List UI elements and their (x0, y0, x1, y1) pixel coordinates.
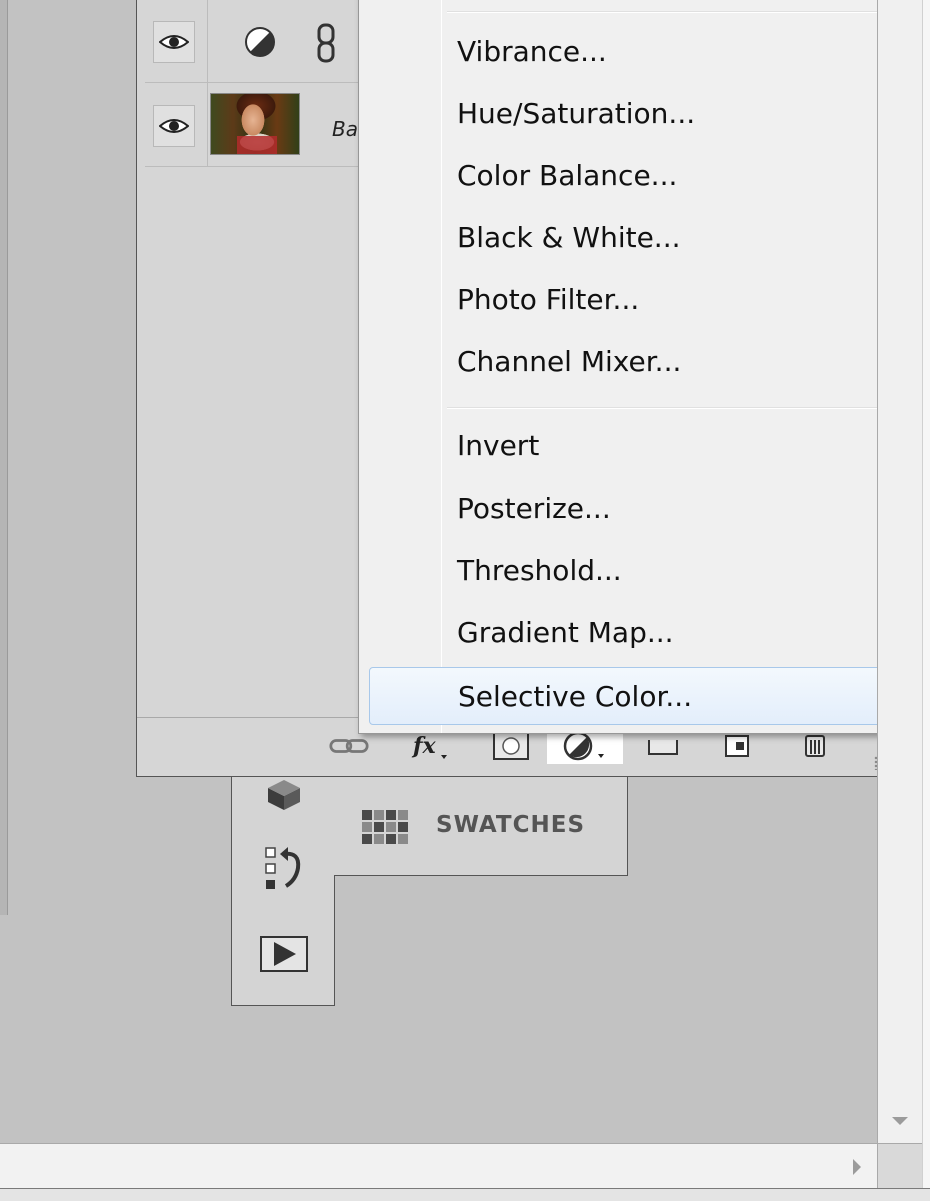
menu-item-invert[interactable]: Invert (369, 417, 923, 475)
menu-item-gradient-map[interactable]: Gradient Map... (369, 604, 923, 662)
menu-item-black-white[interactable]: Black & White... (369, 209, 923, 267)
left-panel-edge (0, 0, 8, 915)
vertical-scrollbar[interactable] (877, 0, 922, 1143)
menu-item-selective-color[interactable]: Selective Color... (369, 667, 923, 725)
menu-item-color-balance[interactable]: Color Balance... (369, 147, 923, 205)
history-icon[interactable] (259, 843, 309, 893)
actions-play-icon[interactable] (259, 929, 309, 979)
row-divider (207, 83, 208, 167)
visibility-eye-icon[interactable] (153, 21, 195, 63)
adjustment-circle-icon (243, 25, 277, 63)
scrollbar-corner (877, 1143, 922, 1188)
swatches-label: SWATCHES (436, 812, 586, 838)
menu-item-threshold[interactable]: Threshold... (369, 542, 923, 600)
swatches-tab[interactable]: SWATCHES (334, 775, 628, 876)
menu-item-vibrance[interactable]: Vibrance... (369, 23, 923, 81)
menu-separator (447, 11, 923, 13)
layer-name[interactable]: Ba (332, 117, 358, 141)
menu-item-posterize[interactable]: Posterize... (369, 480, 923, 538)
collapsed-panel-dock (231, 770, 335, 1006)
right-edge (922, 0, 930, 1201)
menu-item-channel-mixer[interactable]: Channel Mixer... (369, 333, 923, 391)
menu-separator (447, 407, 923, 409)
bottom-status-bar (0, 1188, 930, 1201)
swatches-grid-icon (362, 810, 408, 844)
horizontal-scrollbar[interactable] (0, 1143, 877, 1188)
svg-text:fx: fx (411, 733, 436, 759)
3d-cube-icon[interactable] (259, 771, 309, 821)
menu-item-hue-saturation[interactable]: Hue/Saturation... (369, 85, 923, 143)
chain-link-icon[interactable] (315, 23, 337, 67)
scroll-right-arrow-icon[interactable] (853, 1159, 861, 1175)
layer-thumbnail-photo[interactable] (210, 93, 300, 155)
scroll-down-arrow-icon[interactable] (892, 1117, 908, 1125)
visibility-eye-icon[interactable] (153, 105, 195, 147)
row-divider (207, 0, 208, 83)
adjustment-layer-menu: Vibrance... Hue/Saturation... Color Bala… (358, 0, 930, 734)
menu-item-photo-filter[interactable]: Photo Filter... (369, 271, 923, 329)
layer-row-adjustment[interactable] (145, 0, 368, 83)
